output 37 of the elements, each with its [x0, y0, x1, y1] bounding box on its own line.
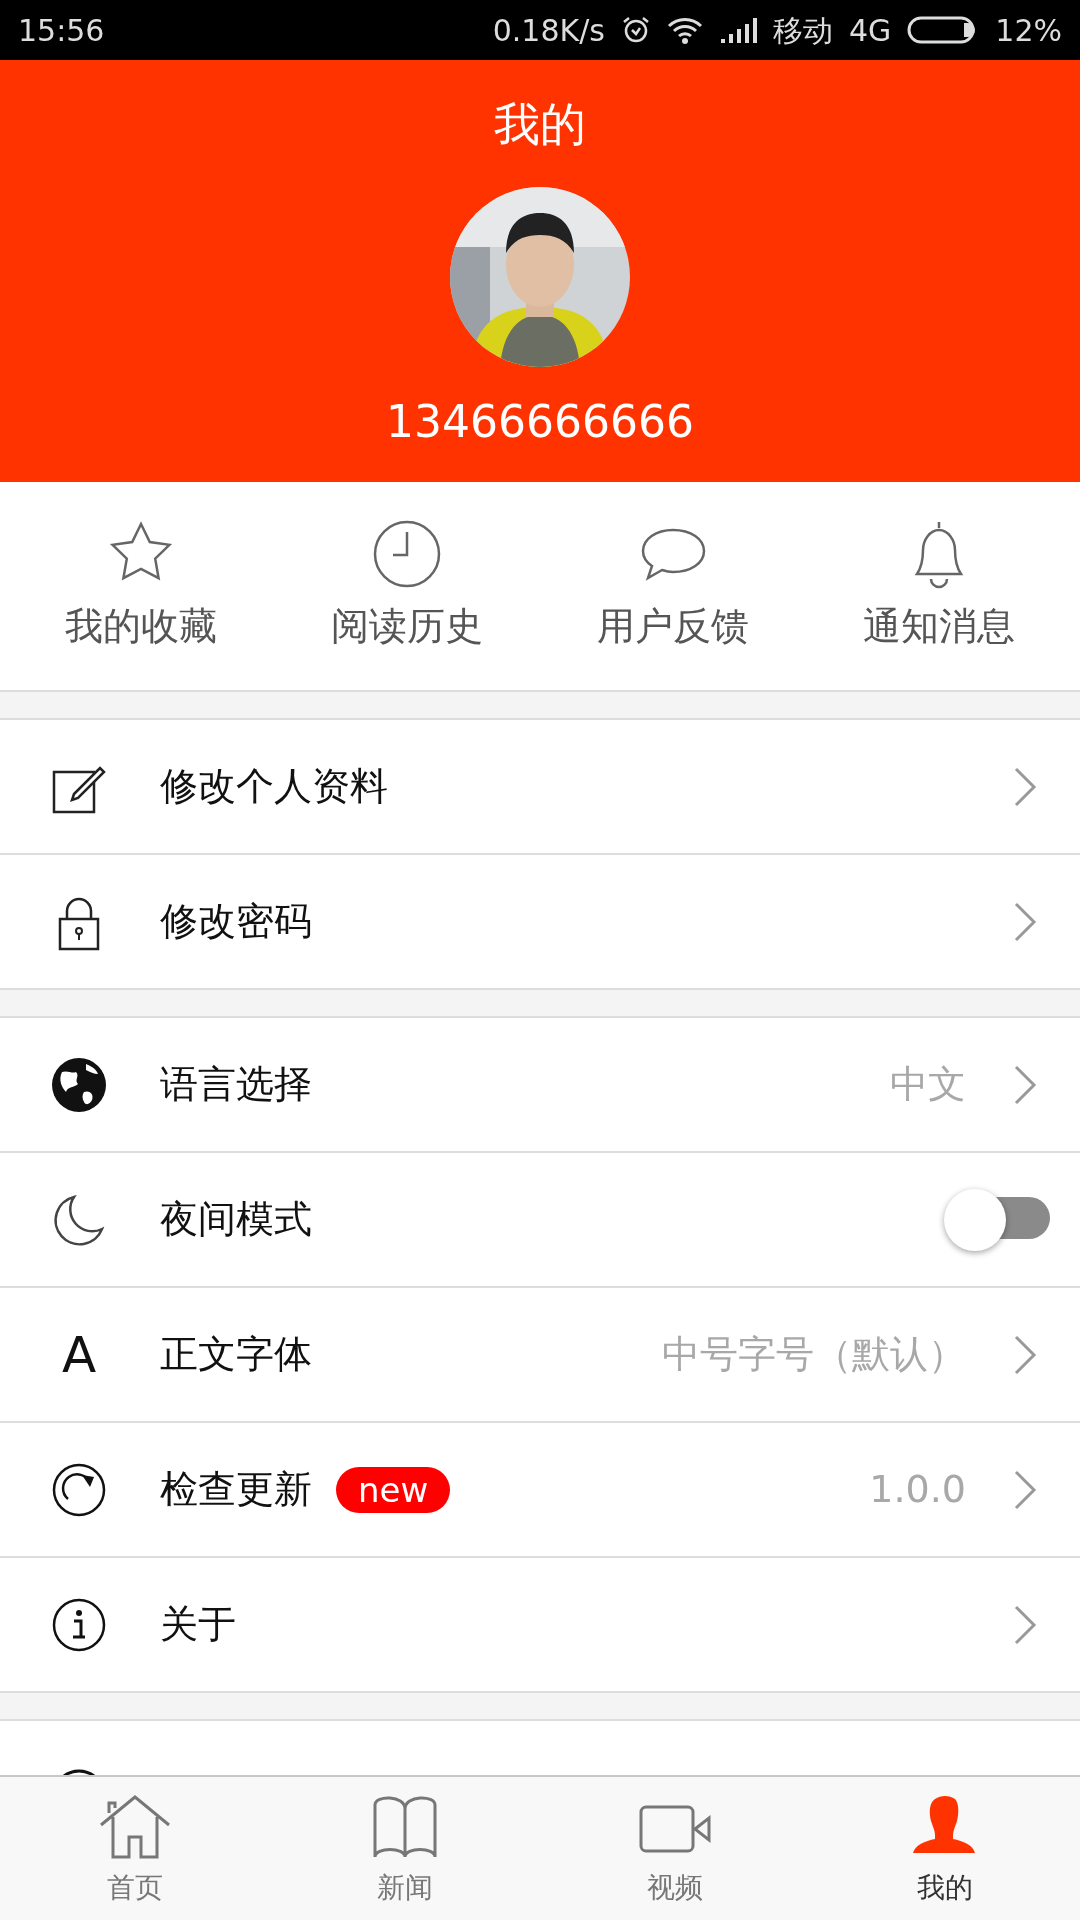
menu-value: 中文	[890, 1061, 966, 1108]
menu-row[interactable]: 检查更新 new 1.0.0	[0, 1423, 1080, 1558]
shortcut-button[interactable]: 通知消息	[808, 517, 1070, 655]
menu-row[interactable]: 关于	[0, 1558, 1080, 1693]
clock-time: 15:56	[18, 11, 105, 50]
menu-row[interactable]: 修改密码	[0, 855, 1080, 990]
menu-value: 1.0.0	[869, 1466, 966, 1513]
nav-tab[interactable]: 新闻	[270, 1777, 540, 1920]
page-title: 我的	[494, 96, 586, 153]
shortcut-button[interactable]: 阅读历史	[276, 517, 538, 655]
nav-tab[interactable]: 视频	[540, 1777, 810, 1920]
menu-value: 中号字号（默认）	[662, 1331, 966, 1378]
menu-label: 语言选择	[160, 1061, 312, 1108]
menu-label: 关于	[160, 1601, 236, 1648]
signal-icon	[718, 17, 757, 43]
nav-tab[interactable]: 首页	[0, 1777, 270, 1920]
menu-row[interactable]: 语言选择 中文	[0, 1018, 1080, 1153]
carrier-name: 移动	[772, 11, 833, 50]
nav-tab[interactable]: 我的	[810, 1777, 1080, 1920]
toggle-switch[interactable]	[944, 1188, 1050, 1251]
battery-level: 12%	[995, 11, 1062, 50]
menu-label: 修改密码	[160, 898, 312, 945]
menu-label: 正文字体	[160, 1331, 312, 1378]
menu-label: 检查更新	[160, 1466, 312, 1513]
shortcut-button[interactable]: 用户反馈	[542, 517, 804, 655]
menu-label: 修改个人资料	[160, 763, 388, 810]
menu-label: 夜间模式	[160, 1196, 312, 1243]
new-badge: new	[336, 1466, 451, 1513]
network-speed: 0.18K/s	[492, 11, 605, 50]
shortcut-button[interactable]: 我的收藏	[10, 517, 272, 655]
wifi-icon	[666, 16, 703, 44]
menu-row[interactable]: 修改个人资料	[0, 720, 1080, 855]
menu-row[interactable]: 夜间模式	[0, 1153, 1080, 1288]
menu-row[interactable]: A 正文字体 中号字号（默认）	[0, 1288, 1080, 1423]
network-type: 4G	[848, 11, 892, 50]
font-icon: A	[48, 1329, 110, 1380]
phone-number: 13466666666	[386, 395, 694, 449]
